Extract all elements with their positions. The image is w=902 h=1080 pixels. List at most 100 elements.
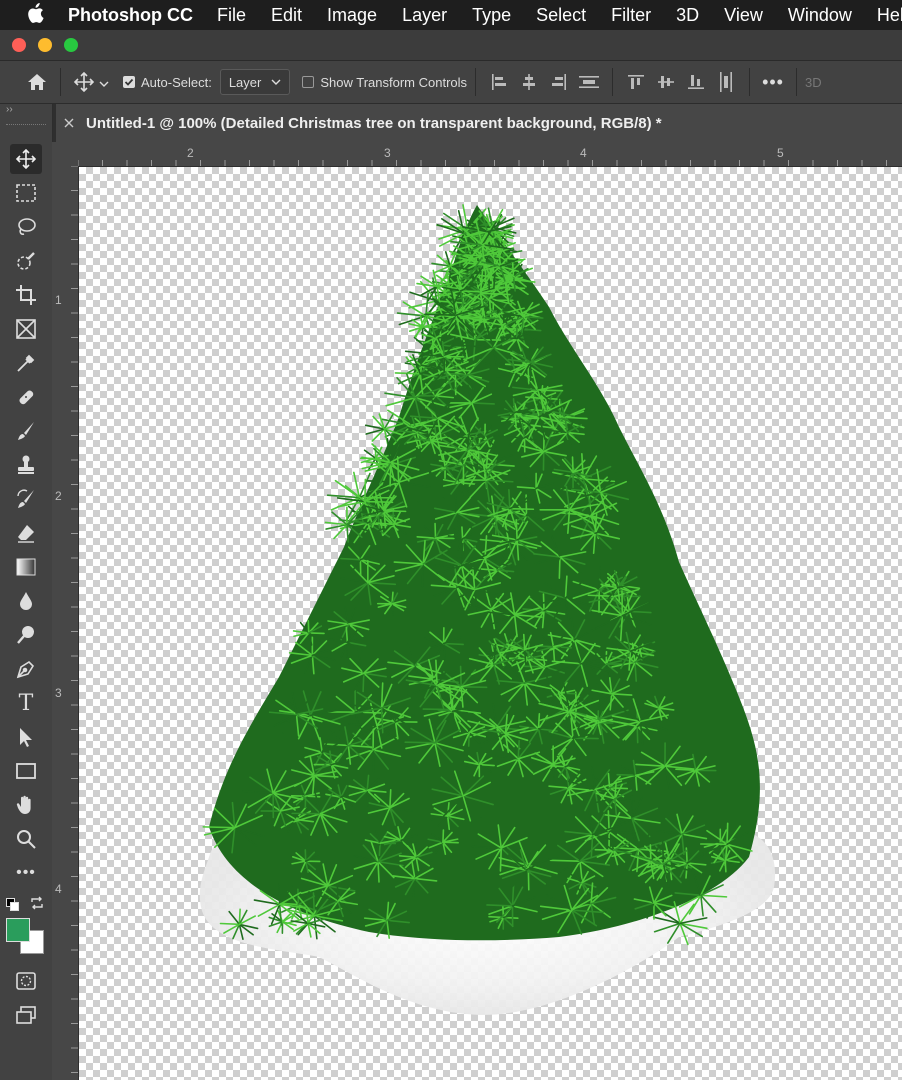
separator (796, 68, 798, 96)
panel-grip[interactable] (6, 124, 46, 127)
align-left-edges-icon[interactable] (484, 67, 514, 97)
collapse-panel-icon[interactable]: ›› (6, 104, 13, 115)
quick-selection-tool[interactable] (10, 246, 42, 276)
ruler-label: 3 (384, 146, 391, 160)
type-tool[interactable]: T (10, 688, 42, 718)
blur-tool[interactable] (10, 586, 42, 616)
ruler-label: 1 (55, 293, 62, 307)
menu-type[interactable]: Type (472, 5, 511, 26)
eyedropper-icon (17, 354, 35, 372)
zoom-window-button[interactable] (64, 38, 78, 52)
arrow-cursor-icon (20, 728, 32, 747)
default-colors-icon[interactable] (6, 898, 19, 911)
home-icon[interactable] (22, 67, 52, 97)
more-tools[interactable]: ••• (10, 858, 42, 888)
chevron-down-icon[interactable] (99, 75, 109, 90)
rectangular-marquee-icon (16, 184, 36, 202)
gradient-icon (16, 558, 36, 576)
document-tab[interactable]: Untitled-1 @ 100% (Detailed Christmas tr… (56, 104, 902, 142)
align-horizontal-centers-icon[interactable] (514, 67, 544, 97)
minimize-window-button[interactable] (38, 38, 52, 52)
foreground-color-swatch[interactable] (6, 918, 30, 942)
menu-window[interactable]: Window (788, 5, 852, 26)
marquee-tool[interactable] (10, 178, 42, 208)
screen-mode-button[interactable] (10, 1000, 42, 1030)
dodge-icon (17, 626, 34, 644)
frame-tool[interactable] (10, 314, 42, 344)
move-tool[interactable] (10, 144, 42, 174)
gradient-tool[interactable] (10, 552, 42, 582)
hand-tool[interactable] (10, 790, 42, 820)
type-icon: T (18, 690, 34, 716)
crop-tool[interactable] (10, 280, 42, 310)
history-brush-icon (17, 489, 34, 508)
menu-view[interactable]: View (724, 5, 763, 26)
menu-image[interactable]: Image (327, 5, 377, 26)
eyedropper-tool[interactable] (10, 348, 42, 378)
separator (612, 68, 614, 96)
show-transform-checkbox[interactable] (302, 76, 315, 88)
quick-selection-icon (17, 252, 35, 270)
tools-panel: ›› T ••• (0, 104, 53, 1080)
swap-colors-icon[interactable] (30, 896, 44, 915)
dodge-tool[interactable] (10, 620, 42, 650)
history-brush-tool[interactable] (10, 484, 42, 514)
menu-filter[interactable]: Filter (611, 5, 651, 26)
3d-mode-label: 3D (805, 74, 822, 90)
menu-3d[interactable]: 3D (676, 5, 699, 26)
frame-icon (16, 319, 36, 339)
window-title-bar (0, 30, 902, 61)
distribute-horizontal-icon[interactable] (574, 67, 604, 97)
ruler-origin[interactable] (52, 142, 79, 167)
zoom-tool[interactable] (10, 824, 42, 854)
menu-layer[interactable]: Layer (402, 5, 447, 26)
separator (749, 68, 751, 96)
healing-brush-tool[interactable] (10, 382, 42, 412)
close-icon[interactable] (64, 115, 74, 132)
menu-select[interactable]: Select (536, 5, 586, 26)
ruler-label: 2 (187, 146, 194, 160)
hand-icon (16, 795, 31, 814)
eraser-icon (18, 525, 34, 543)
ellipsis-icon: ••• (16, 864, 36, 881)
ruler-label: 2 (55, 489, 62, 503)
brush-tool[interactable] (10, 416, 42, 446)
document-canvas[interactable] (79, 167, 902, 1080)
separator (60, 68, 61, 96)
align-top-edges-icon[interactable] (621, 67, 651, 97)
ruler-label: 5 (777, 146, 784, 160)
menu-file[interactable]: File (217, 5, 246, 26)
quick-mask-icon (16, 972, 36, 990)
menu-edit[interactable]: Edit (271, 5, 302, 26)
christmas-tree-image (199, 204, 776, 1016)
rectangle-tool[interactable] (10, 756, 42, 786)
pen-icon (16, 660, 35, 679)
horizontal-ruler[interactable]: 2 3 4 5 (78, 142, 902, 167)
document-tab-bar: Untitled-1 @ 100% (Detailed Christmas tr… (0, 104, 902, 142)
auto-select-label: Auto-Select: (141, 74, 212, 90)
magnifier-icon (17, 830, 36, 849)
align-bottom-edges-icon[interactable] (681, 67, 711, 97)
align-right-edges-icon[interactable] (544, 67, 574, 97)
path-selection-tool[interactable] (10, 722, 42, 752)
distribute-vertical-icon[interactable] (711, 67, 741, 97)
clone-stamp-tool[interactable] (10, 450, 42, 480)
ruler-label: 4 (580, 146, 587, 160)
ruler-label: 4 (55, 882, 62, 896)
app-name-menu[interactable]: Photoshop CC (68, 5, 193, 26)
lasso-tool[interactable] (10, 212, 42, 242)
close-window-button[interactable] (12, 38, 26, 52)
move-tool-preset-icon[interactable] (69, 67, 99, 97)
menu-help[interactable]: Help (877, 5, 902, 26)
lasso-icon (18, 218, 36, 235)
eraser-tool[interactable] (10, 518, 42, 548)
auto-select-dropdown[interactable]: Layer (219, 69, 291, 95)
pen-tool[interactable] (10, 654, 42, 684)
crop-icon (16, 285, 36, 305)
align-vertical-centers-icon[interactable] (651, 67, 681, 97)
more-options-icon[interactable]: ••• (758, 67, 788, 97)
vertical-ruler[interactable]: 1 2 3 4 (52, 166, 79, 1080)
auto-select-checkbox[interactable] (123, 76, 135, 88)
quick-mask-button[interactable] (10, 966, 42, 996)
apple-icon[interactable] (26, 2, 44, 28)
